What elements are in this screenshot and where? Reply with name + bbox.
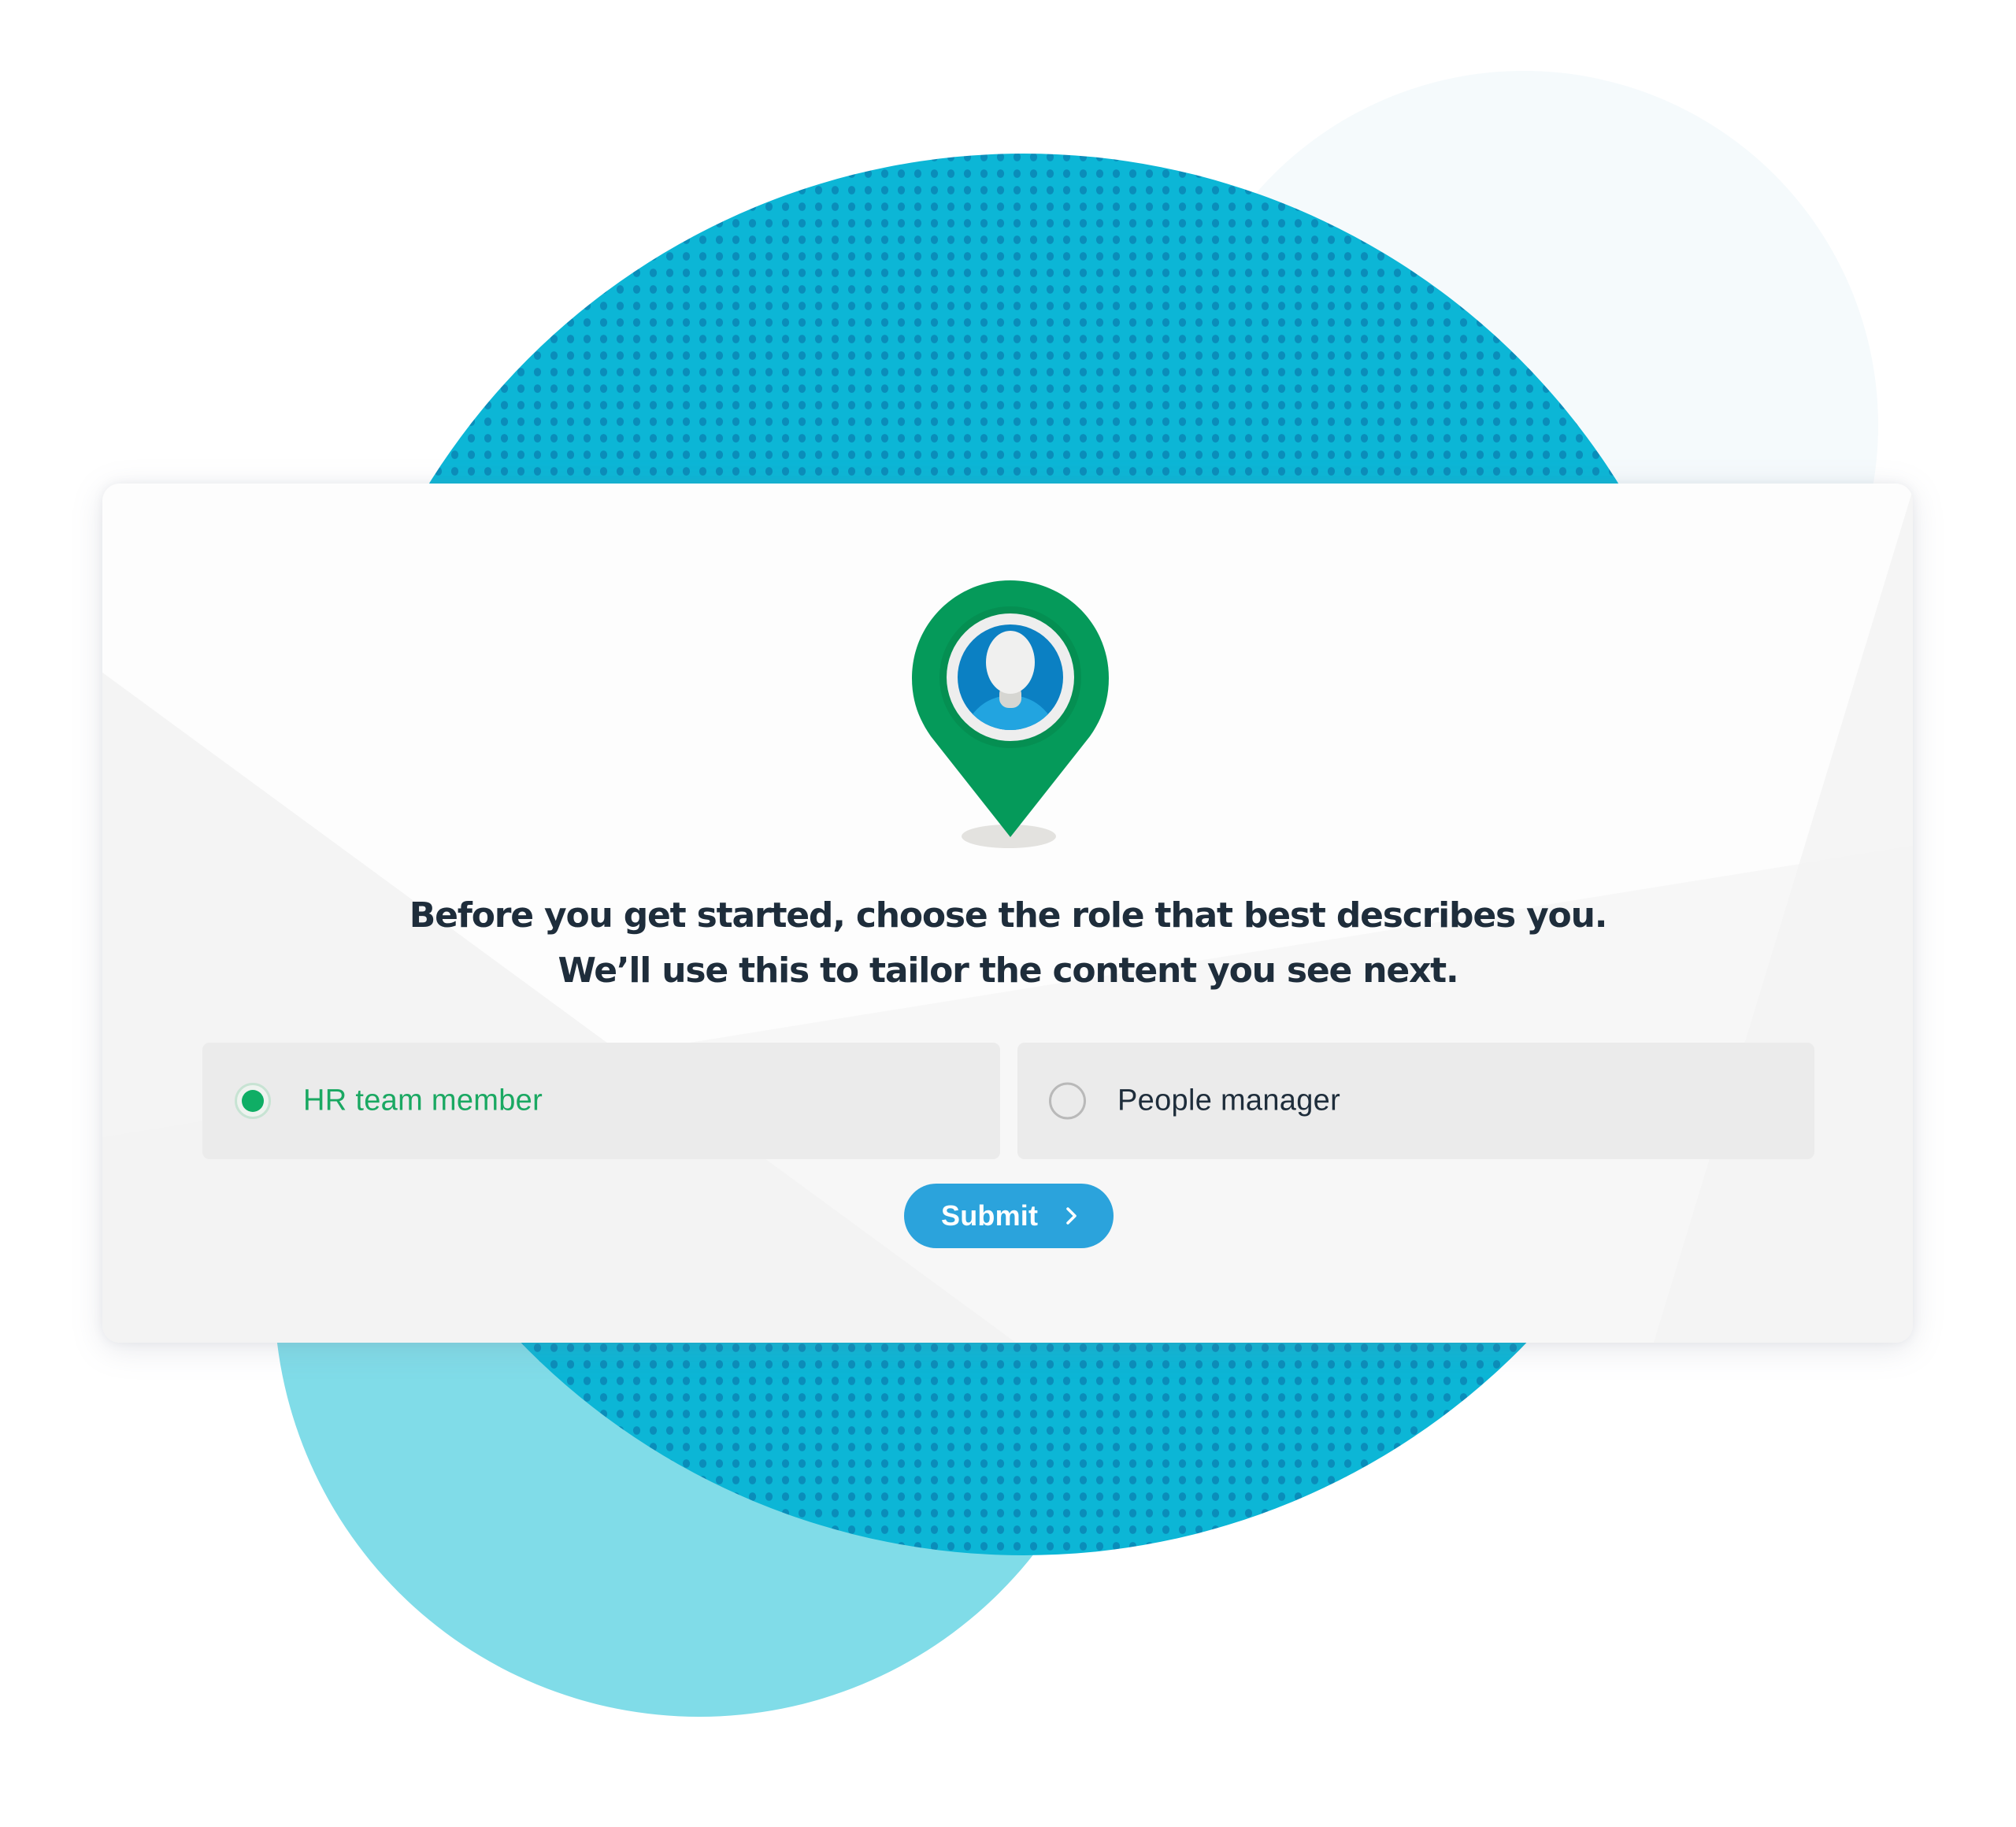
role-prompt-line2: We’ll use this to tailor the content you… bbox=[558, 951, 1458, 991]
role-option-label: People manager bbox=[1117, 1084, 1341, 1117]
radio-unselected-icon[interactable] bbox=[1049, 1082, 1086, 1120]
submit-button-label: Submit bbox=[941, 1199, 1039, 1232]
chevron-right-icon bbox=[1066, 1207, 1077, 1225]
role-option-label: HR team member bbox=[303, 1084, 543, 1117]
role-prompt-line1: Before you get started, choose the role … bbox=[409, 895, 1608, 936]
role-option-people-manager[interactable]: People manager bbox=[1017, 1043, 1814, 1159]
role-option-hr-team-member[interactable]: HR team member bbox=[202, 1043, 1000, 1159]
submit-button[interactable]: Submit bbox=[904, 1184, 1114, 1248]
radio-selected-icon[interactable] bbox=[235, 1083, 271, 1119]
location-pin-user-icon bbox=[912, 580, 1109, 848]
avatar-head bbox=[986, 631, 1035, 694]
role-prompt: Before you get started, choose the role … bbox=[0, 888, 2016, 999]
